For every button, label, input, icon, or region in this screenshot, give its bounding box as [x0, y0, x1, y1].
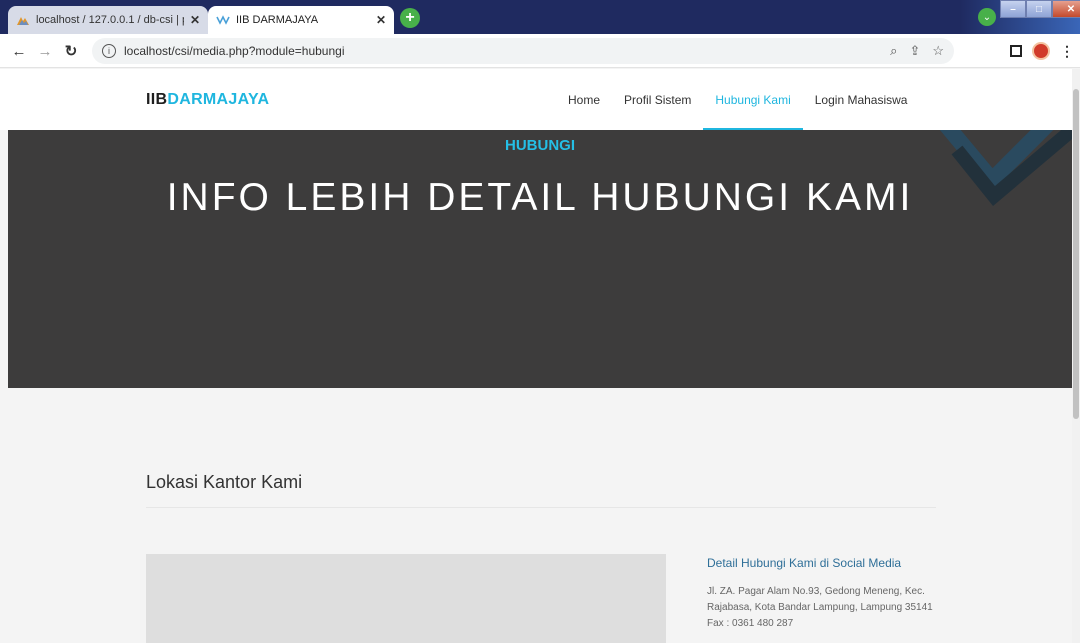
browser-menu-icon[interactable]: ⋮	[1060, 43, 1074, 60]
tab-search-chevron-icon[interactable]: ⌄	[978, 8, 996, 26]
browser-tab-iib-darmajaya[interactable]: IIB DARMAJAYA ✕	[208, 6, 394, 34]
address-bar[interactable]: i localhost/csi/media.php?module=hubungi…	[92, 38, 954, 64]
forward-arrow-icon[interactable]: →	[36, 42, 54, 60]
address-url: localhost/csi/media.php?module=hubungi	[124, 44, 345, 58]
reload-icon[interactable]: ↻	[62, 42, 80, 60]
web-page: IIBDARMAJAYA Home Profil Sistem Hubungi …	[0, 69, 1072, 643]
back-arrow-icon[interactable]: ←	[10, 42, 28, 60]
site-header: IIBDARMAJAYA Home Profil Sistem Hubungi …	[0, 69, 1072, 130]
close-window-button[interactable]: ✕	[1052, 0, 1080, 18]
address-line-2: Rajabasa, Kota Bandar Lampung, Lampung 3…	[707, 602, 933, 613]
logo-text-iib: IIB	[146, 91, 168, 108]
nav-item-hubungi-kami[interactable]: Hubungi Kami	[703, 69, 804, 130]
window-controls: – □ ✕	[1000, 0, 1080, 20]
nav-item-home[interactable]: Home	[556, 69, 612, 130]
phpmyadmin-favicon-icon	[17, 17, 29, 25]
fax-number: Fax : 0361 480 287	[707, 618, 794, 629]
tab-title: localhost / 127.0.0.1 / db-csi | ph	[36, 14, 184, 26]
nav-item-login-mahasiswa[interactable]: Login Mahasiswa	[803, 69, 920, 130]
profile-avatar[interactable]	[1032, 42, 1050, 60]
browser-tab-bar: localhost / 127.0.0.1 / db-csi | ph ✕ II…	[0, 0, 1080, 34]
close-tab-icon[interactable]: ✕	[376, 13, 386, 27]
side-panel-icon[interactable]	[1010, 45, 1022, 57]
nav-item-profil-sistem[interactable]: Profil Sistem	[612, 69, 703, 130]
browser-toolbar: ← → ↻ i localhost/csi/media.php?module=h…	[0, 34, 1080, 68]
address-line-1: Jl. ZA. Pagar Alam No.93, Gedong Meneng,…	[707, 586, 925, 597]
site-logo[interactable]: IIBDARMAJAYA	[146, 91, 269, 109]
new-tab-button[interactable]: +	[400, 8, 420, 28]
section-divider	[146, 507, 936, 508]
office-map[interactable]	[146, 554, 666, 643]
site-info-icon[interactable]: i	[102, 44, 116, 58]
share-icon[interactable]: ⇪	[909, 43, 920, 59]
close-tab-icon[interactable]: ✕	[190, 13, 200, 27]
site-favicon-icon	[216, 15, 230, 25]
bookmark-star-icon[interactable]: ☆	[932, 43, 944, 59]
main-nav: Home Profil Sistem Hubungi Kami Login Ma…	[556, 69, 919, 130]
page-scrollbar[interactable]	[1072, 69, 1080, 643]
logo-text-darmajaya: DARMAJAYA	[167, 91, 270, 108]
hero-banner: HUBUNGI INFO LEBIH DETAIL HUBUNGI KAMI	[8, 130, 1072, 388]
hero-title: INFO LEBIH DETAIL HUBUNGI KAMI	[166, 176, 914, 219]
section-title: Lokasi Kantor Kami	[146, 472, 303, 492]
contact-heading: Detail Hubungi Kami di Social Media	[707, 556, 902, 570]
tab-title: IIB DARMAJAYA	[236, 14, 319, 26]
content-section: Lokasi Kantor Kami Detail Hubungi Kami d…	[0, 388, 1072, 643]
browser-tab-phpmyadmin[interactable]: localhost / 127.0.0.1 / db-csi | ph ✕	[8, 6, 208, 34]
maximize-window-button[interactable]: □	[1026, 0, 1052, 18]
zoom-magnifier-icon[interactable]: ⌕	[890, 43, 897, 59]
scrollbar-thumb[interactable]	[1073, 89, 1079, 419]
minimize-window-button[interactable]: –	[1000, 0, 1026, 18]
hero-kicker: HUBUNGI	[505, 137, 575, 154]
contact-details: Detail Hubungi Kami di Social Media Jl. …	[707, 556, 967, 632]
